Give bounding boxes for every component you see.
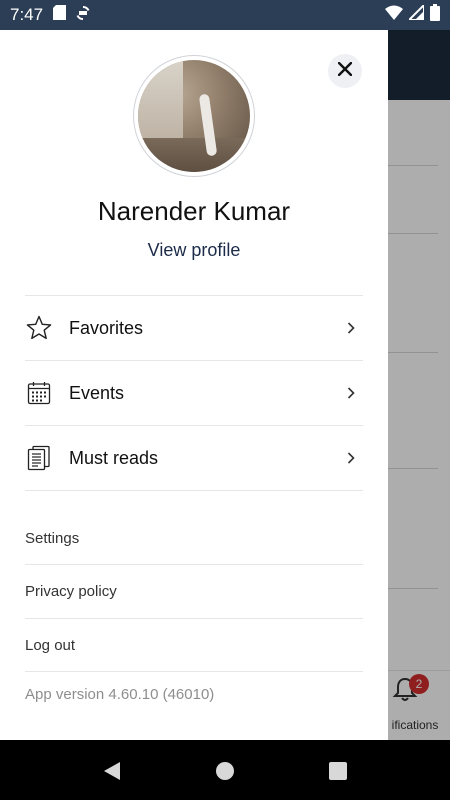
- wifi-icon: [385, 5, 403, 25]
- status-bar: 7:47: [0, 0, 450, 30]
- menu-item-events[interactable]: Events: [25, 361, 363, 425]
- user-name: Narender Kumar: [97, 196, 291, 226]
- documents-icon: [25, 444, 53, 472]
- chevron-right-icon: [345, 322, 357, 334]
- sync-icon: [76, 5, 90, 26]
- close-button[interactable]: [328, 54, 362, 88]
- battery-icon: [430, 4, 440, 26]
- avatar[interactable]: [133, 55, 255, 177]
- recents-icon[interactable]: [327, 760, 349, 782]
- calendar-icon: [25, 379, 53, 407]
- log-out-link[interactable]: Log out: [25, 619, 363, 672]
- home-icon[interactable]: [214, 760, 236, 782]
- back-icon[interactable]: [101, 760, 123, 782]
- menu-item-label: Must reads: [69, 447, 159, 468]
- signal-icon: [406, 2, 425, 25]
- sd-card-icon: [53, 5, 67, 25]
- navigation-drawer: Narender Kumar View profile Favorites Ev…: [0, 30, 388, 740]
- chevron-right-icon: [345, 452, 357, 464]
- status-time: 7:47: [10, 5, 44, 24]
- menu-item-label: Events: [69, 382, 125, 403]
- menu-item-favorites[interactable]: Favorites: [25, 296, 363, 360]
- close-icon: [337, 61, 353, 81]
- chevron-right-icon: [345, 387, 357, 399]
- menu-item-must-reads[interactable]: Must reads: [25, 426, 363, 490]
- link-label: Log out: [25, 637, 76, 654]
- menu-item-label: Favorites: [69, 317, 144, 338]
- settings-link[interactable]: Settings: [25, 512, 363, 565]
- app-version: App version 4.60.10 (46010): [25, 686, 215, 703]
- link-label: Settings: [25, 530, 80, 547]
- divider: [25, 671, 363, 672]
- system-nav-bar: [0, 740, 450, 800]
- avatar-photo: [138, 60, 250, 172]
- link-label: Privacy policy: [25, 583, 117, 600]
- privacy-policy-link[interactable]: Privacy policy: [25, 565, 363, 618]
- divider: [25, 490, 363, 491]
- view-profile-link[interactable]: View profile: [0, 240, 388, 261]
- star-icon: [25, 314, 53, 342]
